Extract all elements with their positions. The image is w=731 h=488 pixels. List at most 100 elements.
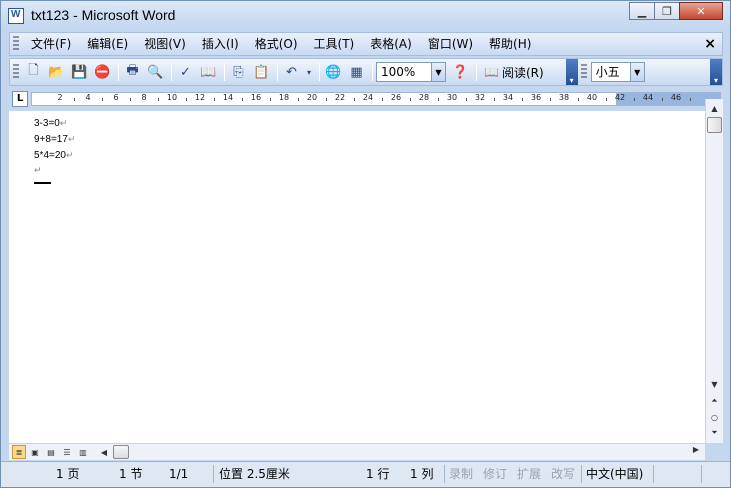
ruler-number: 10 bbox=[166, 93, 178, 102]
toolbar-options-icon[interactable]: ▾ bbox=[565, 59, 578, 85]
status-language: 中文(中国) bbox=[586, 467, 644, 481]
ruler-number: 4 bbox=[85, 93, 91, 102]
ruler-tick bbox=[382, 98, 383, 101]
menu-view[interactable]: 视图(V) bbox=[136, 33, 194, 55]
ruler-number: 42 bbox=[614, 93, 626, 102]
undo-dropdown-icon[interactable]: ▾ bbox=[304, 62, 314, 83]
standard-toolbar: 🗋 📂 💾 ⛔ 🖶 🔍 ✓ 📖 ⎘ 📋 ↶ ▾ 🌐 ▦ 100% ▼ ❓ 📖 阅… bbox=[9, 58, 723, 86]
menu-table[interactable]: 表格(A) bbox=[362, 33, 420, 55]
horizontal-ruler[interactable]: 2 4 6 8 10 12 14 16 18 20 22 24 26 28 30 32 34 36 38 40 42 44… bbox=[31, 92, 721, 106]
status-separator bbox=[444, 465, 445, 483]
status-track-changes[interactable]: 修订 bbox=[483, 465, 507, 483]
read-button[interactable]: 📖 阅读(R) bbox=[480, 64, 548, 81]
document-area[interactable]: 3-3=0↵ 9+8=17↵ 5*4=20↵ ↵ bbox=[9, 111, 705, 443]
menu-edit[interactable]: 编辑(E) bbox=[79, 33, 136, 55]
scroll-right-icon[interactable]: ▶ bbox=[693, 445, 699, 454]
ruler-tick bbox=[438, 98, 439, 101]
minimize-button[interactable]: ▁ bbox=[629, 2, 655, 20]
ruler-number: 14 bbox=[222, 93, 234, 102]
menu-window[interactable]: 窗口(W) bbox=[420, 33, 481, 55]
status-overtype[interactable]: 改写 bbox=[551, 465, 575, 483]
research-icon[interactable]: 📖 bbox=[198, 62, 219, 83]
paste-icon[interactable]: 📋 bbox=[251, 62, 272, 83]
ruler-tick bbox=[214, 98, 215, 101]
menubar-grip-icon[interactable] bbox=[13, 36, 19, 52]
status-position: 位置 2.5厘米 bbox=[219, 467, 290, 481]
status-page: 1 页 bbox=[56, 467, 80, 481]
font-size-dropdown-icon[interactable]: ▼ bbox=[630, 62, 645, 82]
browse-object-icon[interactable]: ○ bbox=[706, 410, 723, 424]
ruler-number: 8 bbox=[141, 93, 147, 102]
ruler-number: 34 bbox=[502, 93, 514, 102]
ruler-row: L 2 4 6 8 10 12 14 16 18 20 22 24 26 28 30 32 34 36 38 40 42… bbox=[9, 89, 723, 109]
print-layout-view-icon[interactable]: ▤ bbox=[44, 445, 58, 459]
status-extend[interactable]: 扩展 bbox=[517, 465, 541, 483]
toolbar-separator bbox=[171, 63, 172, 81]
zoom-dropdown-icon[interactable]: ▼ bbox=[432, 62, 446, 82]
open-folder-icon[interactable]: 📂 bbox=[46, 62, 67, 83]
menu-format[interactable]: 格式(O) bbox=[247, 33, 306, 55]
paragraph-mark-icon: ↵ bbox=[59, 118, 68, 128]
next-page-icon[interactable]: ⏷ bbox=[706, 426, 723, 440]
menu-tools[interactable]: 工具(T) bbox=[306, 33, 363, 55]
spelling-icon[interactable]: ✓ bbox=[175, 62, 196, 83]
font-size-select[interactable]: 小五 bbox=[590, 62, 631, 82]
tab-stop-selector-icon[interactable]: L bbox=[12, 91, 28, 107]
text-cursor bbox=[34, 182, 51, 184]
ruler-tick bbox=[690, 98, 691, 101]
read-label: 阅读(R) bbox=[501, 65, 544, 80]
format-toolbar-options-icon[interactable]: ▾ bbox=[710, 59, 722, 85]
title-bar: txt123 - Microsoft Word ▁ ❐ ✕ bbox=[1, 1, 730, 31]
undo-icon[interactable]: ↶ bbox=[281, 62, 302, 83]
close-document-button[interactable]: × bbox=[704, 36, 716, 52]
ruler-number: 36 bbox=[530, 93, 542, 102]
paragraph-mark-icon: ↵ bbox=[65, 150, 74, 160]
new-document-icon[interactable]: 🗋 bbox=[23, 62, 44, 83]
scroll-up-icon[interactable]: ▲ bbox=[706, 101, 723, 115]
permission-icon[interactable]: ⛔ bbox=[92, 62, 113, 83]
menu-file[interactable]: 文件(F) bbox=[23, 33, 79, 55]
vertical-scroll-thumb[interactable] bbox=[707, 117, 722, 133]
print-preview-icon[interactable]: 🔍 bbox=[145, 62, 166, 83]
scroll-down-icon[interactable]: ▼ bbox=[706, 377, 723, 391]
horizontal-scrollbar[interactable]: ≣ ▣ ▤ ☰ ▥ ◀ ▶ bbox=[9, 443, 705, 460]
menu-insert[interactable]: 插入(I) bbox=[194, 33, 247, 55]
ruler-number: 46 bbox=[670, 93, 682, 102]
document-line: ↵ bbox=[34, 165, 42, 176]
zoom-select[interactable]: 100% bbox=[376, 62, 432, 82]
ruler-tick bbox=[466, 98, 467, 101]
previous-page-icon[interactable]: ⏶ bbox=[706, 394, 723, 408]
ruler-number: 44 bbox=[642, 93, 654, 102]
ruler-tick bbox=[74, 98, 75, 101]
book-icon: 📖 bbox=[484, 65, 499, 79]
ruler-number: 32 bbox=[474, 93, 486, 102]
ruler-number: 28 bbox=[418, 93, 430, 102]
reading-layout-view-icon[interactable]: ▥ bbox=[76, 445, 90, 459]
hyperlink-icon[interactable]: 🌐 bbox=[323, 62, 344, 83]
toolbar-grip-icon[interactable] bbox=[13, 64, 19, 80]
help-icon[interactable]: ❓ bbox=[450, 62, 471, 83]
word-app-icon[interactable] bbox=[8, 8, 24, 24]
toolbar-separator bbox=[476, 63, 477, 81]
status-record[interactable]: 录制 bbox=[449, 465, 473, 483]
web-layout-view-icon[interactable]: ▣ bbox=[28, 445, 42, 459]
maximize-button[interactable]: ❐ bbox=[654, 2, 680, 20]
normal-view-icon[interactable]: ≣ bbox=[12, 445, 26, 459]
ruler-tick bbox=[158, 98, 159, 101]
print-icon[interactable]: 🖶 bbox=[122, 62, 143, 83]
menu-help[interactable]: 帮助(H) bbox=[481, 33, 539, 55]
close-window-button[interactable]: ✕ bbox=[679, 2, 723, 20]
horizontal-scroll-thumb[interactable] bbox=[113, 445, 129, 459]
ruler-number: 38 bbox=[558, 93, 570, 102]
table-icon[interactable]: ▦ bbox=[346, 62, 367, 83]
save-icon[interactable]: 💾 bbox=[69, 62, 90, 83]
ruler-number: 16 bbox=[250, 93, 262, 102]
format-toolbar-grip-icon[interactable] bbox=[580, 64, 587, 80]
ruler-tick bbox=[634, 98, 635, 101]
document-line: 5*4=20↵ bbox=[34, 150, 74, 161]
paragraph-mark-icon: ↵ bbox=[67, 134, 76, 144]
outline-view-icon[interactable]: ☰ bbox=[60, 445, 74, 459]
vertical-scrollbar[interactable]: ▲ ▼ ⏶ ○ ⏷ bbox=[705, 99, 723, 443]
copy-icon[interactable]: ⎘ bbox=[228, 62, 249, 83]
scroll-left-icon[interactable]: ◀ bbox=[97, 445, 111, 459]
